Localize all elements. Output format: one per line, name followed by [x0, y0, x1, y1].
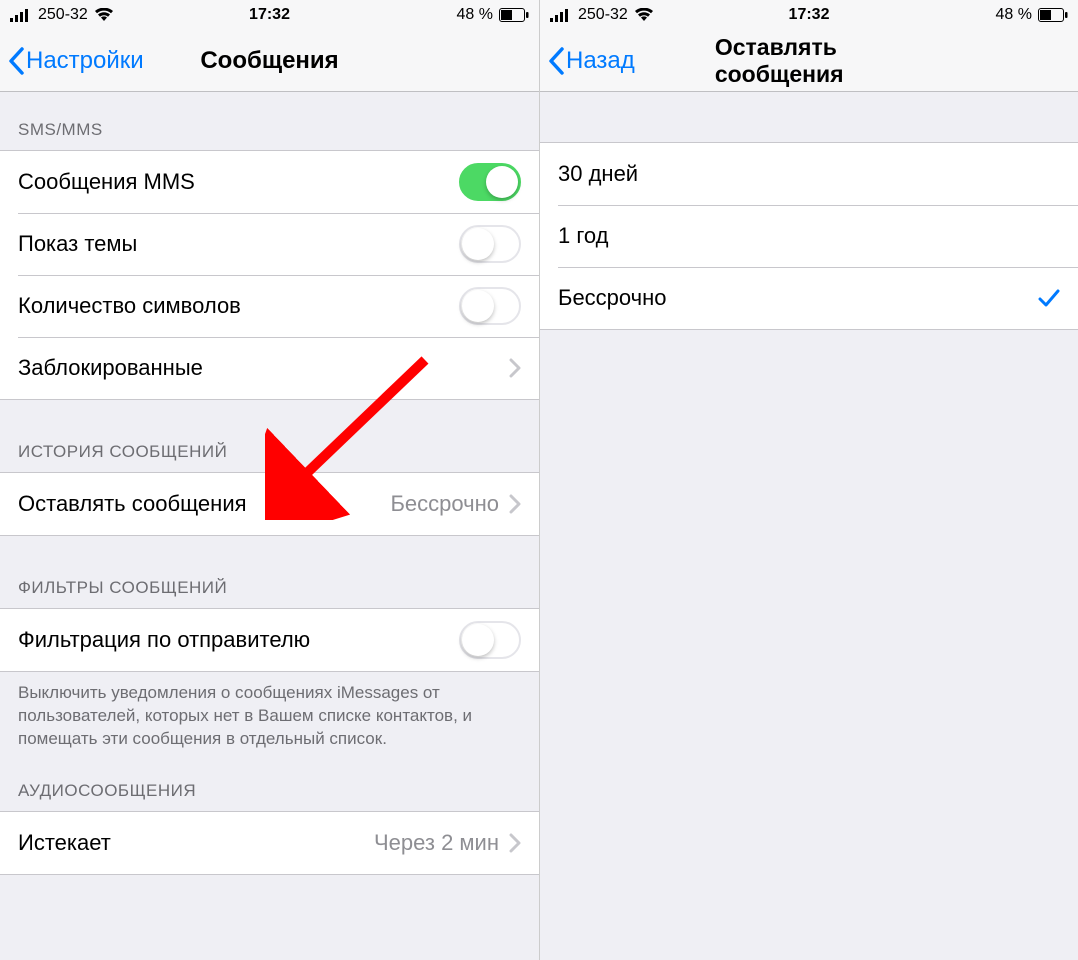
carrier-label: 250-32	[38, 6, 88, 24]
nav-bar: Назад Оставлять сообщения	[540, 30, 1078, 92]
row-subject[interactable]: Показ темы	[0, 213, 539, 275]
cell-group-audio: Истекает Через 2 мин	[0, 811, 539, 875]
status-bar: 250-32 17:32 48 %	[0, 0, 539, 30]
row-label: Количество символов	[18, 293, 459, 319]
option-label: 30 дней	[558, 161, 1060, 187]
section-header-sms: SMS/MMS	[0, 92, 539, 150]
back-button[interactable]: Настройки	[0, 47, 144, 75]
option-label: 1 год	[558, 223, 1060, 249]
battery-icon	[1038, 8, 1068, 22]
switch-charcount[interactable]	[459, 287, 521, 325]
chevron-right-icon	[509, 833, 521, 853]
cell-group-history: Оставлять сообщения Бессрочно	[0, 472, 539, 536]
row-value: Бессрочно	[390, 491, 499, 517]
battery-percent-label: 48 %	[996, 6, 1032, 24]
carrier-label: 250-32	[578, 6, 628, 24]
option-forever[interactable]: Бессрочно	[540, 267, 1078, 329]
row-mms[interactable]: Сообщения MMS	[0, 151, 539, 213]
cell-group-options: 30 дней 1 год Бессрочно	[540, 142, 1078, 330]
row-label: Заблокированные	[18, 355, 509, 381]
back-button[interactable]: Назад	[540, 47, 635, 75]
wifi-icon	[94, 8, 114, 22]
section-header-history: ИСТОРИЯ СООБЩЕНИЙ	[0, 400, 539, 472]
switch-filter[interactable]	[459, 621, 521, 659]
chevron-left-icon	[548, 47, 564, 75]
chevron-right-icon	[509, 358, 521, 378]
row-label: Фильтрация по отправителю	[18, 627, 459, 653]
page-title: Оставлять сообщения	[715, 34, 957, 88]
wifi-icon	[634, 8, 654, 22]
checkmark-icon	[1038, 288, 1060, 308]
cell-group-filter: Фильтрация по отправителю	[0, 608, 539, 672]
row-expire[interactable]: Истекает Через 2 мин	[0, 812, 539, 874]
row-charcount[interactable]: Количество символов	[0, 275, 539, 337]
row-blocked[interactable]: Заблокированные	[0, 337, 539, 399]
row-keep-messages[interactable]: Оставлять сообщения Бессрочно	[0, 473, 539, 535]
cellular-signal-icon	[10, 8, 32, 22]
chevron-right-icon	[509, 494, 521, 514]
battery-percent-label: 48 %	[457, 6, 493, 24]
battery-icon	[499, 8, 529, 22]
status-bar: 250-32 17:32 48 %	[540, 0, 1078, 30]
nav-bar: Настройки Сообщения	[0, 30, 539, 92]
row-label: Оставлять сообщения	[18, 491, 390, 517]
clock-label: 17:32	[249, 6, 290, 24]
section-header-audio: АУДИОСООБЩЕНИЯ	[0, 763, 539, 811]
chevron-left-icon	[8, 47, 24, 75]
row-label: Сообщения MMS	[18, 169, 459, 195]
clock-label: 17:32	[789, 6, 830, 24]
screen-keep-messages: 250-32 17:32 48 % Назад Оставлять сообще…	[539, 0, 1078, 960]
back-label: Назад	[566, 47, 635, 75]
section-footer-filter: Выключить уведомления о сообщениях iMess…	[0, 672, 539, 763]
option-label: Бессрочно	[558, 285, 1038, 311]
option-1-year[interactable]: 1 год	[540, 205, 1078, 267]
switch-subject[interactable]	[459, 225, 521, 263]
row-label: Истекает	[18, 830, 374, 856]
page-title: Сообщения	[200, 47, 338, 75]
screen-messages-settings: 250-32 17:32 48 % Настройки Сообщения SM…	[0, 0, 539, 960]
section-header-filter: ФИЛЬТРЫ СООБЩЕНИЙ	[0, 536, 539, 608]
cellular-signal-icon	[550, 8, 572, 22]
back-label: Настройки	[26, 47, 144, 75]
row-value: Через 2 мин	[374, 830, 499, 856]
option-30-days[interactable]: 30 дней	[540, 143, 1078, 205]
switch-mms[interactable]	[459, 163, 521, 201]
row-label: Показ темы	[18, 231, 459, 257]
cell-group-sms: Сообщения MMS Показ темы Количество симв…	[0, 150, 539, 400]
row-filter-sender[interactable]: Фильтрация по отправителю	[0, 609, 539, 671]
